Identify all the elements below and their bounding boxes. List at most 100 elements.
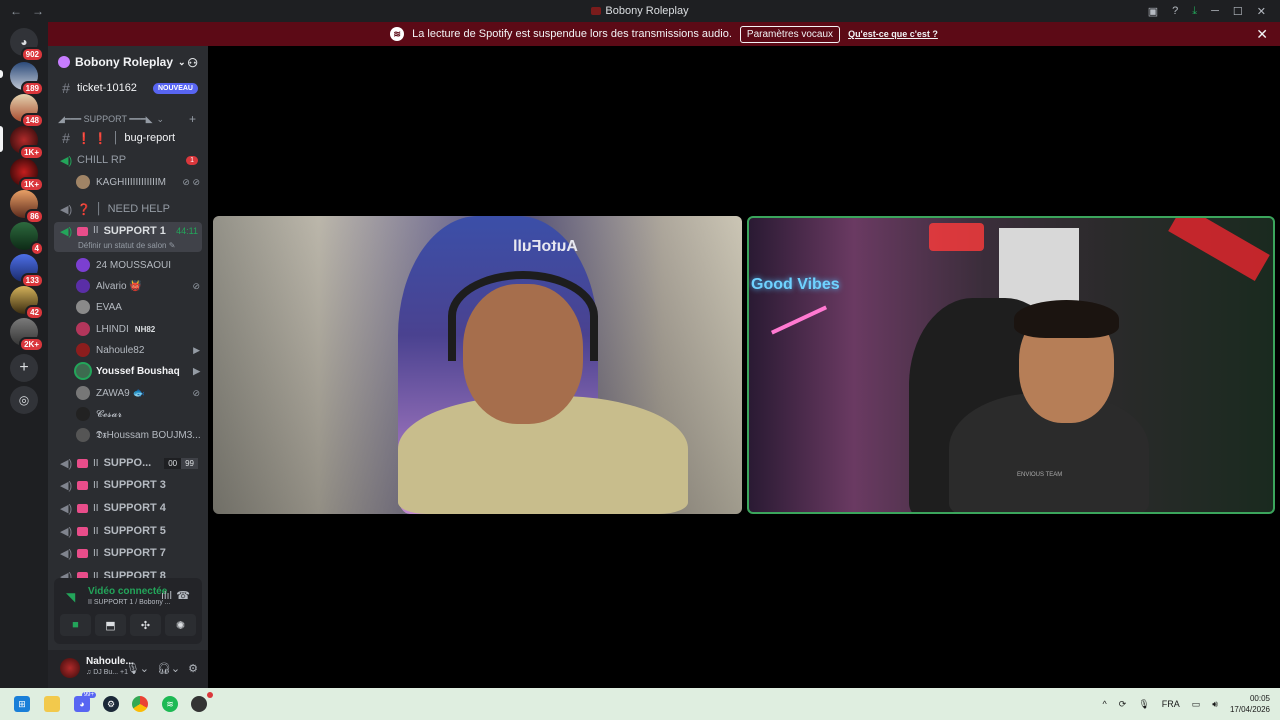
spotify-icon: ≋: [390, 27, 405, 41]
avatar: [76, 428, 90, 442]
video-tile-right-speaking[interactable]: Good Vibes ENVIOUS TEAM: [747, 216, 1275, 514]
server-icon[interactable]: 4: [10, 222, 44, 256]
channel-label: SUPPORT 5: [103, 525, 166, 537]
clock[interactable]: 00:05 17/04/2026: [1230, 693, 1270, 715]
mic-tray-icon[interactable]: 🎙︎: [1138, 699, 1149, 710]
channel-status[interactable]: Définir un statut de salon ✎: [78, 241, 175, 250]
download-icon[interactable]: ⤓: [1192, 5, 1197, 18]
avatar: [76, 407, 90, 421]
category-support[interactable]: ◢━━━ SUPPORT ━━━◣ ⌄ +: [58, 112, 200, 126]
headphones-icon[interactable]: 🎧︎⌄: [157, 662, 180, 675]
person-hair: [1014, 300, 1119, 338]
steam-icon[interactable]: ⚙: [103, 696, 119, 712]
member-name: 𝓒𝓮𝓼𝓪𝓻: [96, 408, 123, 420]
activities-button[interactable]: ✣: [130, 614, 161, 636]
spotify-icon[interactable]: ≋: [162, 696, 178, 712]
voice-member[interactable]: Nahoule82 ▶: [76, 340, 202, 360]
soundboard-button[interactable]: ✺: [165, 614, 196, 636]
member-name: ZAWA9 🐟: [96, 387, 145, 399]
add-channel-icon[interactable]: +: [189, 112, 196, 126]
app-icon[interactable]: [191, 692, 213, 712]
explore-icon[interactable]: ◎: [10, 386, 38, 414]
camera-button[interactable]: ■: [60, 614, 91, 636]
tray-expand-icon[interactable]: ^: [1103, 699, 1107, 709]
support-icon: [77, 480, 88, 490]
user-activity: ♫ DJ Bu... +1: [86, 669, 129, 676]
minimize-button[interactable]: ─: [1211, 5, 1219, 17]
channel-support-3[interactable]: ◀) II SUPPORT 3: [54, 475, 202, 495]
channel-support-4[interactable]: ◀) II SUPPORT 4: [54, 498, 202, 518]
file-explorer-icon[interactable]: [44, 696, 60, 712]
voice-member[interactable]: LHINDI NH82: [76, 319, 202, 339]
channel-support-2[interactable]: ◀) II SUPPO... 00 99: [54, 453, 202, 473]
inbox-icon[interactable]: ▣: [1148, 5, 1158, 18]
voice-member[interactable]: Alvario 👹 ⊘: [76, 276, 202, 296]
channel-ticket[interactable]: # ticket-10162 NOUVEAU: [54, 78, 202, 98]
voice-member[interactable]: KAGHIIIIIIIIIIIIM ⊘ ⊘: [76, 172, 202, 192]
help-icon[interactable]: ?: [1172, 5, 1178, 17]
voice-channel-link[interactable]: II SUPPORT 1 / Bobony ...: [88, 599, 171, 606]
server-icon[interactable]: 1K+: [10, 158, 44, 192]
server-icon[interactable]: 42: [10, 286, 44, 320]
server-folder-icon[interactable]: 2K+: [10, 318, 44, 352]
sync-icon[interactable]: ⟳: [1119, 699, 1127, 710]
support-icon: [77, 503, 88, 513]
server-icon[interactable]: 86: [10, 190, 44, 224]
voice-member[interactable]: ZAWA9 🐟 ⊘: [76, 383, 202, 403]
voice-settings-button[interactable]: Paramètres vocaux: [739, 25, 841, 43]
network-icon[interactable]: ▭: [1192, 699, 1201, 710]
camera-icon: ▶: [193, 365, 200, 376]
user-count-current: 00: [164, 457, 182, 469]
back-arrow-icon[interactable]: ←: [10, 4, 22, 18]
member-name: 𝕯𝖝Houssam BOUJM3...: [96, 429, 201, 441]
channel-need-help[interactable]: ◀) ❓ │ NEED HELP: [54, 199, 202, 219]
discord-icon[interactable]: ◕ 99+: [74, 692, 96, 712]
avatar: [76, 175, 90, 189]
microphone-icon[interactable]: 🎙︎⌄: [126, 662, 149, 675]
forward-arrow-icon[interactable]: →: [32, 4, 44, 18]
channel-support-7[interactable]: ◀) II SUPPORT 7: [54, 543, 202, 563]
channel-prefix: ❗ ❗: [77, 132, 108, 145]
close-window-button[interactable]: ✕: [1257, 5, 1266, 18]
signal-icon[interactable]: ◥: [66, 590, 75, 604]
whats-this-link[interactable]: Qu'est-ce que c'est ?: [848, 29, 938, 39]
server-icon-bobony[interactable]: 1K+: [10, 126, 44, 160]
shirt-text: ENVIOUS TEAM: [1017, 472, 1063, 478]
screen-share-button[interactable]: ⬒: [95, 614, 126, 636]
maximize-button[interactable]: ☐: [1233, 5, 1243, 18]
voice-status: Vidéo connectée: [88, 586, 168, 597]
voice-member[interactable]: 𝕯𝖝Houssam BOUJM3...: [76, 425, 202, 445]
voice-member[interactable]: EVAA: [76, 297, 202, 317]
add-member-icon[interactable]: ⚇: [187, 56, 198, 70]
avatar[interactable]: [60, 658, 80, 678]
window-title: Bobony Roleplay: [0, 5, 1280, 17]
windows-start-icon[interactable]: ⊞: [14, 696, 30, 712]
wall-box: [999, 228, 1079, 308]
channel-support-5[interactable]: ◀) II SUPPORT 5: [54, 521, 202, 541]
language-indicator[interactable]: FRA: [1162, 699, 1180, 709]
channel-bug-report[interactable]: # ❗ ❗ │ bug-report: [54, 128, 202, 148]
selected-pill: [0, 126, 3, 152]
server-header[interactable]: Bobony Roleplay ⌄ ⚇: [48, 46, 208, 78]
video-tile-left[interactable]: AutoFull: [213, 216, 742, 514]
voice-member[interactable]: Youssef Boushaq ▶: [76, 361, 202, 381]
server-icon[interactable]: 148: [10, 94, 44, 128]
channel-chill-rp[interactable]: ◀) CHILL RP 1: [54, 150, 202, 170]
member-name: Youssef Boushaq: [96, 365, 180, 377]
disconnect-icon[interactable]: ☎: [176, 589, 190, 602]
avatar: [76, 343, 90, 357]
volume-icon[interactable]: 🔊︎: [1212, 699, 1218, 710]
channel-label: bug-report: [124, 132, 176, 144]
gear-icon[interactable]: ⚙: [188, 662, 198, 675]
noise-suppression-icon[interactable]: ılıl: [161, 590, 172, 602]
voice-member[interactable]: 24 MOUSSAOUI: [76, 255, 202, 275]
avatar: [76, 300, 90, 314]
server-icon[interactable]: 133: [10, 254, 44, 288]
chrome-icon[interactable]: [132, 696, 148, 712]
voice-member[interactable]: 𝓒𝓮𝓼𝓪𝓻: [76, 404, 202, 424]
direct-messages-icon[interactable]: ◕ 902: [10, 28, 44, 62]
close-icon[interactable]: ✕: [1256, 26, 1268, 43]
server-icon[interactable]: 189: [10, 62, 44, 96]
member-name: LHINDI: [96, 323, 129, 335]
add-server-icon[interactable]: +: [10, 354, 38, 382]
